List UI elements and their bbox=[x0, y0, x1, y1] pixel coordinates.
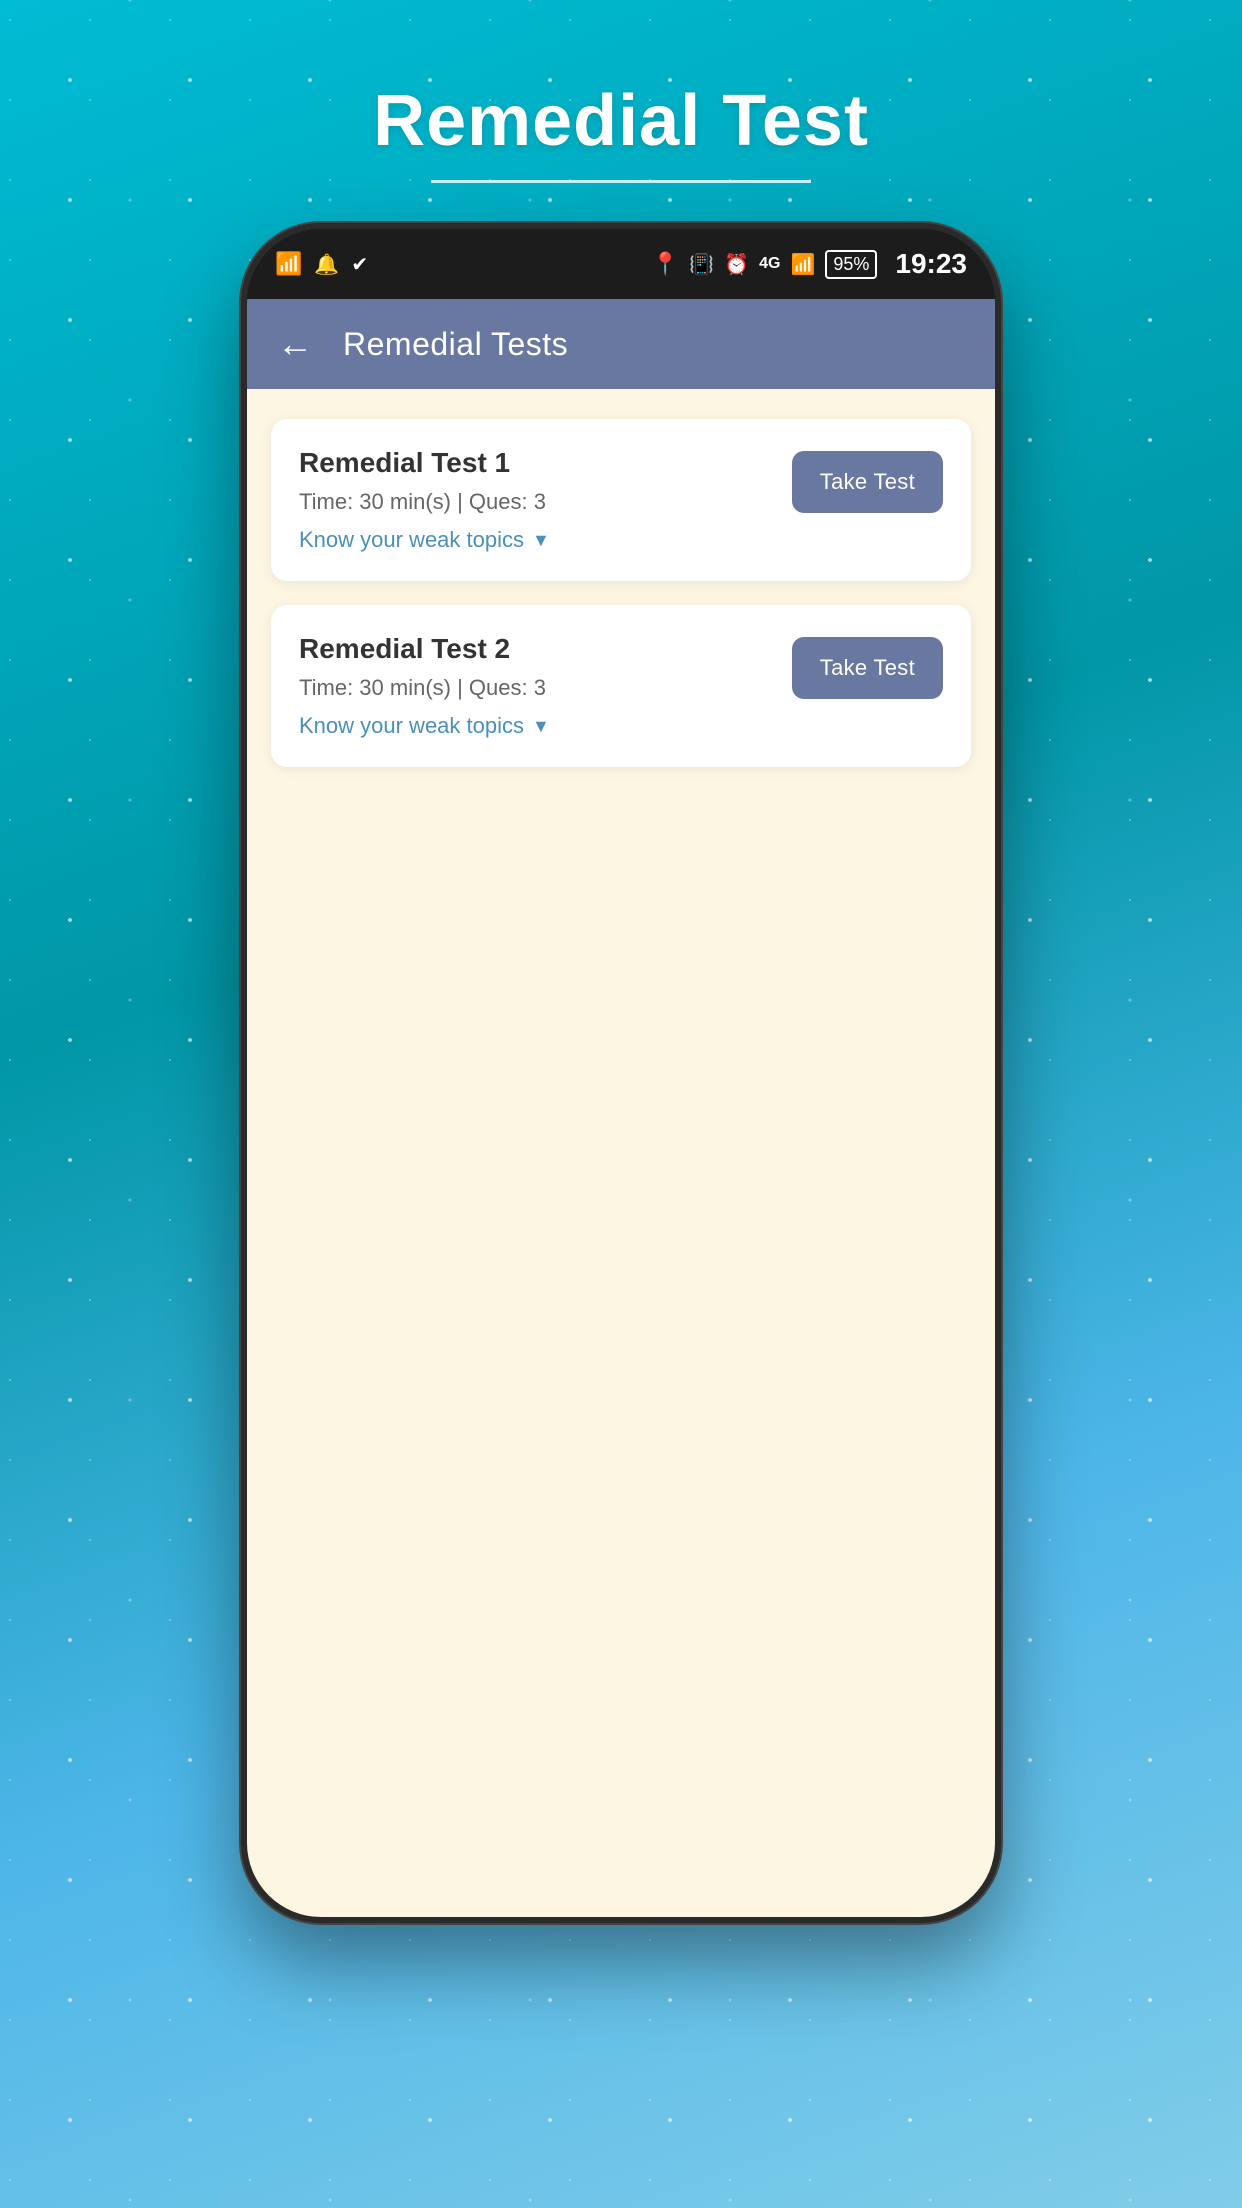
test-1-meta: Time: 30 min(s) | Ques: 3 bbox=[299, 489, 772, 515]
alarm-icon: ⏰ bbox=[724, 252, 749, 277]
test-2-meta: Time: 30 min(s) | Ques: 3 bbox=[299, 675, 772, 701]
check-icon: ✔ bbox=[351, 252, 368, 277]
wifi-icon: 📶 bbox=[275, 251, 302, 277]
battery-percentage: 95% bbox=[825, 250, 877, 279]
signal-icon: 📶 bbox=[790, 252, 815, 277]
status-time: 19:23 bbox=[895, 248, 967, 280]
chevron-down-icon: ▼ bbox=[532, 716, 550, 737]
test-1-name: Remedial Test 1 bbox=[299, 447, 772, 479]
phone-frame: 📶 🔔 ✔ 📍 📳 ⏰ 4G 📶 95% 19:23 ← Remedial Te… bbox=[241, 223, 1001, 1923]
page-title-section: Remedial Test bbox=[373, 80, 869, 183]
take-test-1-button[interactable]: Take Test bbox=[792, 451, 943, 513]
test-2-name: Remedial Test 2 bbox=[299, 633, 772, 665]
battery-indicator: 95% bbox=[825, 250, 877, 279]
vibrate-icon: 📳 bbox=[689, 252, 714, 277]
location-icon: 📍 bbox=[652, 251, 679, 277]
status-bar: 📶 🔔 ✔ 📍 📳 ⏰ 4G 📶 95% 19:23 bbox=[247, 229, 995, 299]
network-badge: 4G bbox=[759, 255, 780, 273]
test-1-weak-topics-link[interactable]: Know your weak topics ▼ bbox=[299, 527, 772, 553]
back-button[interactable]: ← bbox=[277, 323, 313, 365]
test-2-weak-topics-link[interactable]: Know your weak topics ▼ bbox=[299, 713, 772, 739]
app-header: ← Remedial Tests bbox=[247, 299, 995, 389]
chevron-down-icon: ▼ bbox=[532, 530, 550, 551]
test-card-2: Remedial Test 2 Time: 30 min(s) | Ques: … bbox=[271, 605, 971, 767]
test-card-1-info: Remedial Test 1 Time: 30 min(s) | Ques: … bbox=[299, 447, 772, 553]
status-left-icons: 📶 🔔 ✔ bbox=[275, 251, 368, 277]
app-content: Remedial Test 1 Time: 30 min(s) | Ques: … bbox=[247, 389, 995, 1917]
page-title: Remedial Test bbox=[373, 80, 869, 162]
take-test-2-button[interactable]: Take Test bbox=[792, 637, 943, 699]
test-card-1: Remedial Test 1 Time: 30 min(s) | Ques: … bbox=[271, 419, 971, 581]
test-card-2-info: Remedial Test 2 Time: 30 min(s) | Ques: … bbox=[299, 633, 772, 739]
header-title: Remedial Tests bbox=[343, 326, 568, 363]
status-right-icons: 📍 📳 ⏰ 4G 📶 95% 19:23 bbox=[652, 248, 967, 280]
title-underline bbox=[431, 180, 811, 183]
notification-icon: 🔔 bbox=[314, 252, 339, 277]
